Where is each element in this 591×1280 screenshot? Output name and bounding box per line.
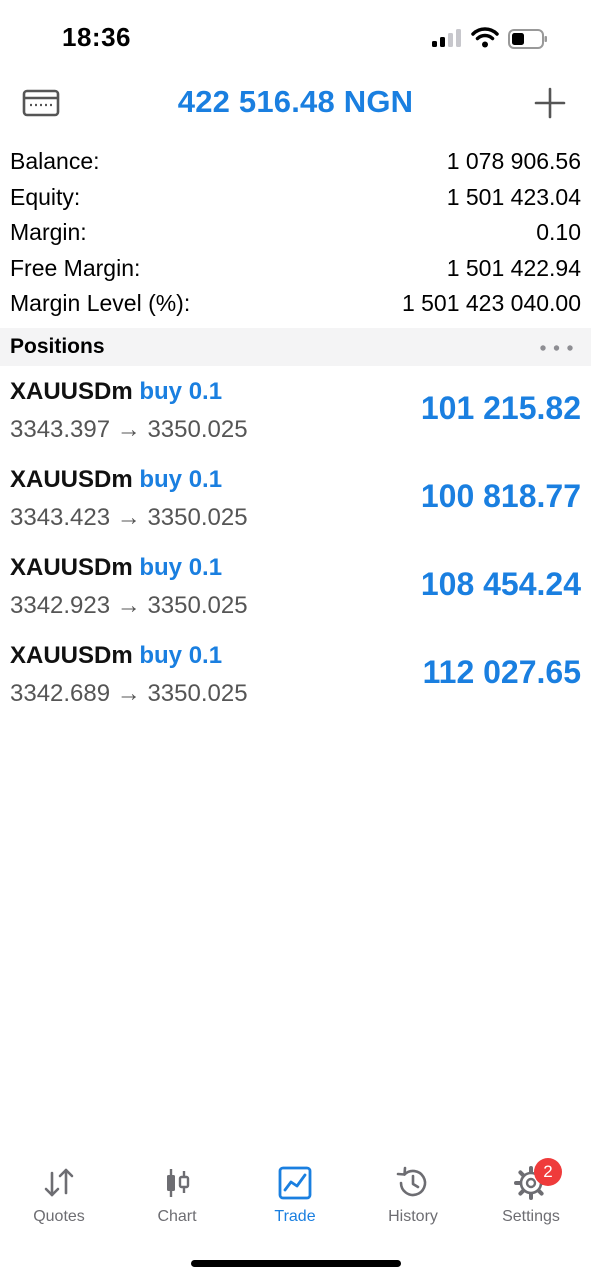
- summary-row-margin: Margin: 0.10: [0, 215, 591, 251]
- position-side: buy 0.1: [139, 642, 223, 669]
- tab-quotes[interactable]: Quotes: [0, 1155, 118, 1235]
- position-row[interactable]: XAUUSDm buy 0.1 3343.423 → 3350.025 100 …: [0, 462, 591, 550]
- position-symbol-line: XAUUSDm buy 0.1: [10, 466, 222, 494]
- position-symbol-line: XAUUSDm buy 0.1: [10, 642, 222, 670]
- quotes-arrows-icon: [44, 1168, 74, 1197]
- trade-chart-icon: [278, 1166, 312, 1200]
- battery-icon: [508, 29, 547, 49]
- settings-badge: 2: [534, 1158, 562, 1186]
- summary-label: Equity:: [10, 183, 81, 210]
- position-side: buy 0.1: [139, 554, 223, 581]
- home-indicator: [191, 1260, 401, 1267]
- positions-title: Positions: [10, 335, 105, 358]
- history-clock-icon: [396, 1166, 427, 1197]
- position-prices: 3342.923 → 3350.025: [10, 592, 248, 619]
- positions-list: XAUUSDm buy 0.1 3343.397 → 3350.025 101 …: [0, 374, 591, 726]
- summary-row-equity: Equity: 1 501 423.04: [0, 180, 591, 216]
- position-profit: 101 215.82: [420, 390, 581, 426]
- position-profit: 108 454.24: [420, 566, 581, 602]
- position-symbol: XAUUSDm: [10, 554, 133, 581]
- summary-label: Free Margin:: [10, 254, 141, 281]
- summary-value: 1 501 422.94: [446, 254, 581, 281]
- position-side: buy 0.1: [139, 466, 223, 493]
- position-symbol: XAUUSDm: [10, 378, 133, 405]
- position-row[interactable]: XAUUSDm buy 0.1 3342.689 → 3350.025 112 …: [0, 638, 591, 726]
- tab-label: Trade: [274, 1208, 316, 1225]
- cellular-signal-icon: [432, 29, 461, 47]
- more-dots-icon[interactable]: [540, 345, 573, 351]
- account-total-title: 422 516.48 NGN: [177, 84, 414, 119]
- summary-value: 0.10: [536, 219, 581, 245]
- summary-value: 1 501 423.04: [446, 183, 581, 210]
- position-symbol-line: XAUUSDm buy 0.1: [10, 554, 222, 582]
- summary-value: 1 501 423 040.00: [401, 290, 581, 316]
- tab-bar: Quotes Chart Trade History 2 Settings: [0, 1155, 591, 1235]
- account-summary: Balance: 1 078 906.56 Equity: 1 501 423.…: [0, 144, 591, 322]
- plus-icon[interactable]: [533, 86, 567, 120]
- tab-label: History: [388, 1208, 438, 1225]
- candlestick-icon: [167, 1169, 190, 1197]
- position-symbol: XAUUSDm: [10, 642, 133, 669]
- wifi-icon: [471, 27, 499, 48]
- tab-settings[interactable]: 2 Settings: [472, 1155, 590, 1235]
- position-symbol: XAUUSDm: [10, 466, 133, 493]
- position-profit: 100 818.77: [420, 478, 581, 514]
- tab-label: Chart: [157, 1208, 197, 1225]
- status-time: 18:36: [62, 22, 131, 52]
- position-prices: 3343.397 → 3350.025: [10, 416, 248, 443]
- summary-label: Margin Level (%):: [10, 290, 191, 316]
- summary-value: 1 078 906.56: [446, 148, 581, 174]
- position-prices: 3343.423 → 3350.025: [10, 504, 248, 531]
- tab-label: Settings: [502, 1208, 560, 1225]
- summary-row-margin-level: Margin Level (%): 1 501 423 040.00: [0, 286, 591, 322]
- tab-label: Quotes: [33, 1208, 85, 1225]
- tab-chart[interactable]: Chart: [118, 1155, 236, 1235]
- position-side: buy 0.1: [139, 378, 223, 405]
- summary-label: Margin:: [10, 219, 87, 245]
- position-row[interactable]: XAUUSDm buy 0.1 3342.923 → 3350.025 108 …: [0, 550, 591, 638]
- positions-section-header: Positions: [0, 328, 591, 366]
- header: 422 516.48 NGN: [0, 76, 591, 134]
- summary-row-balance: Balance: 1 078 906.56: [0, 144, 591, 180]
- status-bar: 18:36: [0, 0, 591, 72]
- position-symbol-line: XAUUSDm buy 0.1: [10, 378, 222, 406]
- position-row[interactable]: XAUUSDm buy 0.1 3343.397 → 3350.025 101 …: [0, 374, 591, 462]
- tab-history[interactable]: History: [354, 1155, 472, 1235]
- position-prices: 3342.689 → 3350.025: [10, 680, 248, 707]
- summary-label: Balance:: [10, 148, 100, 174]
- tab-trade[interactable]: Trade: [236, 1155, 354, 1235]
- summary-row-free-margin: Free Margin: 1 501 422.94: [0, 251, 591, 287]
- position-profit: 112 027.65: [422, 654, 581, 690]
